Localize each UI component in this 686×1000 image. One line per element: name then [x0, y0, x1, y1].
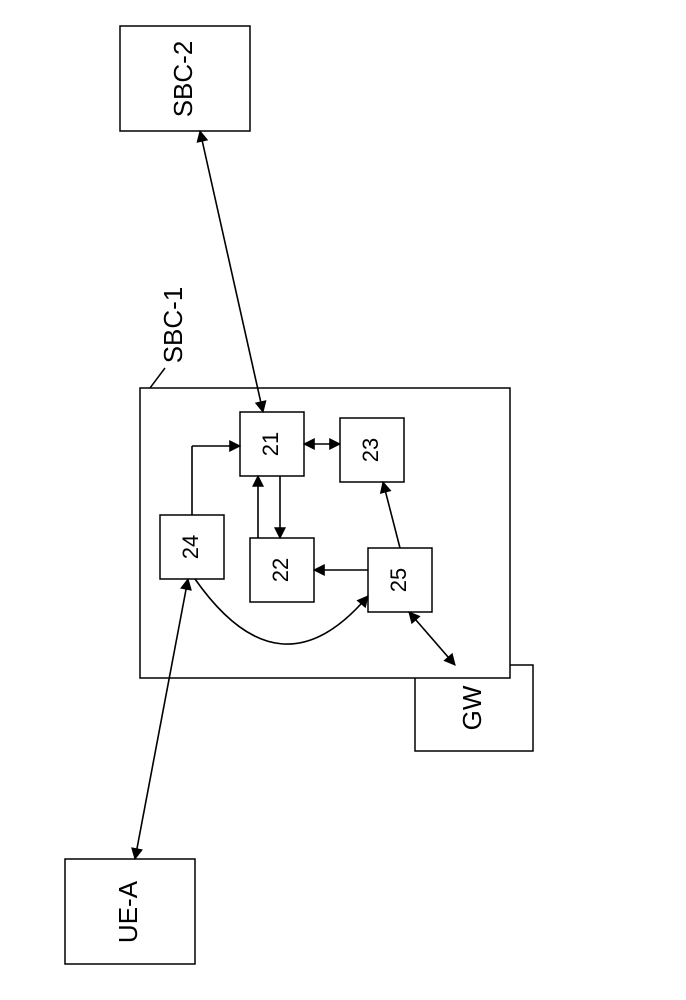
node-25-label: 25 — [386, 568, 411, 592]
node-gw-label: GW — [457, 685, 487, 730]
node-23-label: 23 — [358, 438, 383, 462]
node-22-label: 22 — [268, 558, 293, 582]
node-21-label: 21 — [258, 432, 283, 456]
diagram-canvas: SBC-2 UE-A GW SBC-1 24 21 22 23 25 — [0, 0, 686, 1000]
node-ue-a-label: UE-A — [113, 880, 143, 943]
sbc1-label-leader — [150, 368, 165, 388]
node-sbc1-label: SBC-1 — [158, 287, 188, 364]
node-sbc2-label: SBC-2 — [168, 41, 198, 118]
node-24-label: 24 — [178, 535, 203, 559]
edge-sbc2-21 — [200, 131, 263, 412]
